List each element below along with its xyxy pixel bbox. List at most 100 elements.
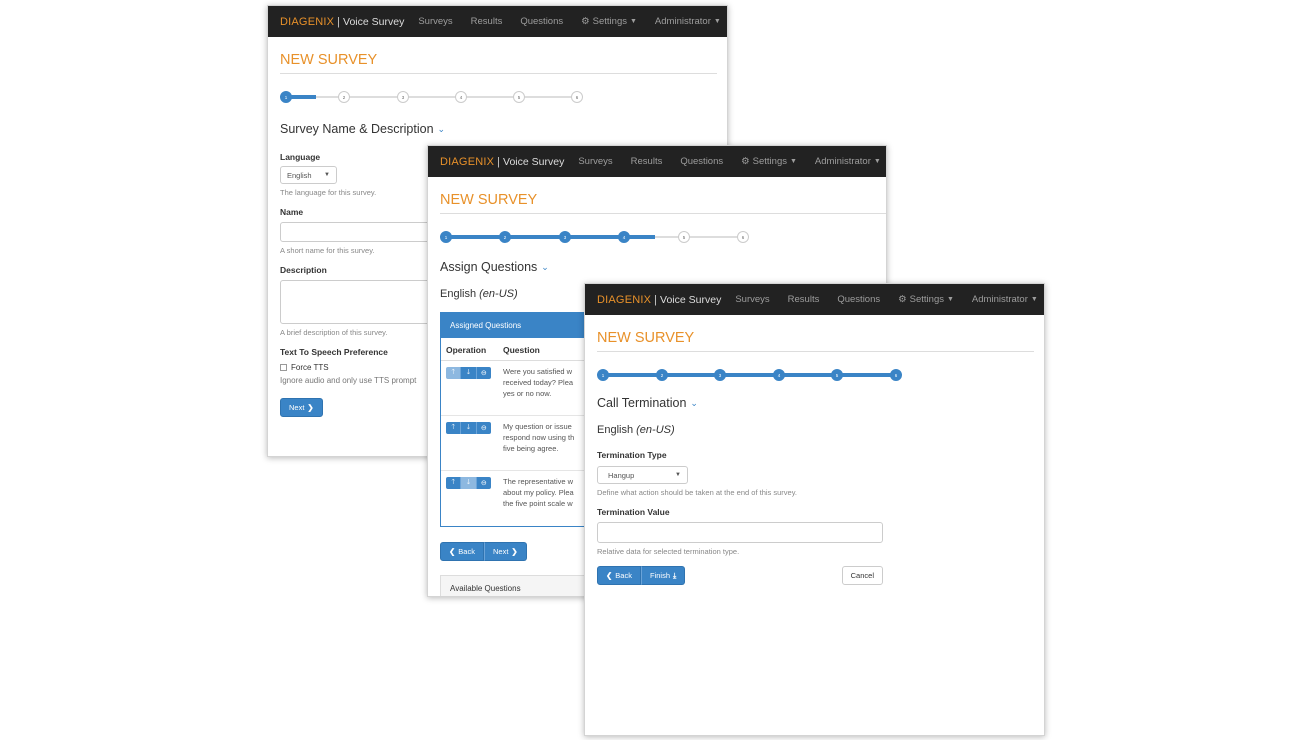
app-name[interactable]: Voice Survey — [343, 16, 404, 28]
nav-admin-label: Administrator — [971, 294, 1028, 305]
remove-icon[interactable]: ⊖ — [476, 477, 491, 489]
language-select[interactable]: English ▼ — [280, 166, 337, 184]
remove-icon[interactable]: ⊖ — [476, 422, 491, 434]
step-3[interactable]: 3 — [714, 369, 726, 381]
nav-button-group: ❮ Back Next ❯ — [440, 542, 527, 561]
arrow-down-icon[interactable]: 🡓 — [461, 367, 477, 379]
arrow-up-icon[interactable]: 🡑 — [446, 477, 462, 489]
section-title-text: Assign Questions — [440, 260, 538, 274]
back-button[interactable]: ❮ Back — [597, 566, 641, 585]
nav-questions[interactable]: Questions — [520, 16, 563, 27]
nav-surveys[interactable]: Surveys — [578, 156, 612, 167]
brand-logo[interactable]: DIAGENIX — [280, 16, 334, 28]
section-title[interactable]: Survey Name & Description ⌄ — [280, 122, 715, 136]
step-3[interactable]: 3 — [397, 91, 409, 103]
nav-admin[interactable]: Administrator ▼ — [815, 156, 881, 167]
termination-type-select[interactable]: Hangup ▼ — [597, 466, 688, 484]
step-4[interactable]: 4 — [773, 369, 785, 381]
cancel-button[interactable]: Cancel — [841, 566, 883, 585]
nav-questions[interactable]: Questions — [680, 156, 723, 167]
app-name[interactable]: Voice Survey — [660, 294, 721, 306]
stepper-track — [286, 96, 579, 98]
finish-button[interactable]: Finish ⤓ — [640, 566, 686, 585]
step-6[interactable]: 6 — [737, 231, 749, 243]
nav-settings-label: Settings — [909, 294, 944, 305]
gear-icon: ⚙ — [741, 156, 750, 167]
download-icon: ⤓ — [673, 570, 677, 580]
survey-window-step6: DIAGENIX | Voice Survey Surveys Results … — [584, 283, 1045, 736]
step-2[interactable]: 2 — [338, 91, 350, 103]
brand-logo[interactable]: DIAGENIX — [440, 156, 494, 168]
question-text: The representative w about my policy. Pl… — [503, 477, 574, 520]
caret-down-icon: ▼ — [713, 18, 721, 25]
nav-settings[interactable]: ⚙ Settings ▼ — [898, 294, 954, 305]
next-button[interactable]: Next ❯ — [280, 398, 323, 417]
remove-icon[interactable]: ⊖ — [476, 367, 491, 379]
nav-admin[interactable]: Administrator ▼ — [655, 16, 721, 27]
question-line: respond now using th — [503, 432, 575, 442]
section-title-text: Survey Name & Description — [280, 122, 434, 136]
chevron-right-icon: ❯ — [511, 547, 518, 556]
language-name: English — [440, 288, 477, 300]
step-6[interactable]: 6 — [890, 369, 902, 381]
progress-stepper: 1 2 3 4 5 6 — [280, 90, 585, 104]
nav-surveys[interactable]: Surveys — [735, 294, 769, 305]
termination-type-value: Hangup — [608, 470, 635, 480]
gear-icon: ⚙ — [581, 16, 590, 27]
app-name[interactable]: Voice Survey — [503, 156, 564, 168]
termination-value-help: Relative data for selected termination t… — [597, 547, 740, 556]
navbar: DIAGENIX | Voice Survey Surveys Results … — [268, 6, 727, 37]
termination-value-input[interactable] — [597, 522, 883, 543]
nav-surveys[interactable]: Surveys — [418, 16, 452, 27]
termination-type-label: Termination Type — [597, 450, 667, 460]
nav-questions[interactable]: Questions — [837, 294, 880, 305]
navbar: DIAGENIX | Voice Survey Surveys Results … — [585, 284, 1044, 315]
chevron-right-icon: ❯ — [307, 403, 314, 412]
step-5[interactable]: 5 — [831, 369, 843, 381]
nav-results[interactable]: Results — [788, 294, 820, 305]
step-2[interactable]: 2 — [656, 369, 668, 381]
brand-separator: | — [497, 155, 501, 168]
step-1[interactable]: 1 — [280, 91, 292, 103]
step-1[interactable]: 1 — [597, 369, 609, 381]
cancel-button-label: Cancel — [850, 571, 874, 580]
back-button[interactable]: ❮ Back — [440, 542, 484, 561]
question-line: My question or issue — [503, 422, 572, 431]
step-6[interactable]: 6 — [571, 91, 583, 103]
nav-settings[interactable]: ⚙ Settings ▼ — [741, 156, 797, 167]
progress-stepper: 1 2 3 4 5 6 — [597, 368, 902, 382]
arrow-down-icon[interactable]: 🡓 — [461, 477, 477, 489]
chevron-down-icon: ⌄ — [541, 261, 549, 272]
section-title[interactable]: Assign Questions ⌄ — [440, 260, 874, 274]
navbar: DIAGENIX | Voice Survey Surveys Results … — [428, 146, 886, 177]
nav-results[interactable]: Results — [631, 156, 663, 167]
step-2[interactable]: 2 — [499, 231, 511, 243]
arrow-up-icon[interactable]: 🡑 — [446, 367, 462, 379]
checkbox-box[interactable] — [280, 364, 287, 371]
step-4[interactable]: 4 — [618, 231, 630, 243]
nav-settings[interactable]: ⚙ Settings ▼ — [581, 16, 637, 27]
nav-settings-label: Settings — [752, 156, 787, 167]
section-title-text: Call Termination — [597, 396, 687, 410]
caret-down-icon: ▼ — [789, 158, 797, 165]
step-3[interactable]: 3 — [559, 231, 571, 243]
brand-logo[interactable]: DIAGENIX — [597, 294, 651, 306]
question-line: Were you satisfied w — [503, 367, 573, 376]
next-button[interactable]: Next ❯ — [483, 542, 527, 561]
step-1[interactable]: 1 — [440, 231, 452, 243]
arrow-up-icon[interactable]: 🡑 — [446, 422, 462, 434]
nav-settings-label: Settings — [592, 16, 627, 27]
language-name: English — [597, 424, 634, 436]
step-5[interactable]: 5 — [513, 91, 525, 103]
step-4[interactable]: 4 — [455, 91, 467, 103]
operation-buttons: 🡑 🡓 ⊖ — [446, 477, 491, 489]
step-5[interactable]: 5 — [678, 231, 690, 243]
nav-admin[interactable]: Administrator ▼ — [972, 294, 1038, 305]
nav-button-group: ❮ Back Finish ⤓ — [597, 566, 686, 585]
arrow-down-icon[interactable]: 🡓 — [461, 422, 477, 434]
stepper-fill — [603, 373, 896, 377]
nav-results[interactable]: Results — [471, 16, 503, 27]
nav-admin-label: Administrator — [654, 16, 711, 27]
brand-separator: | — [654, 293, 658, 306]
section-title[interactable]: Call Termination ⌄ — [597, 396, 1032, 410]
